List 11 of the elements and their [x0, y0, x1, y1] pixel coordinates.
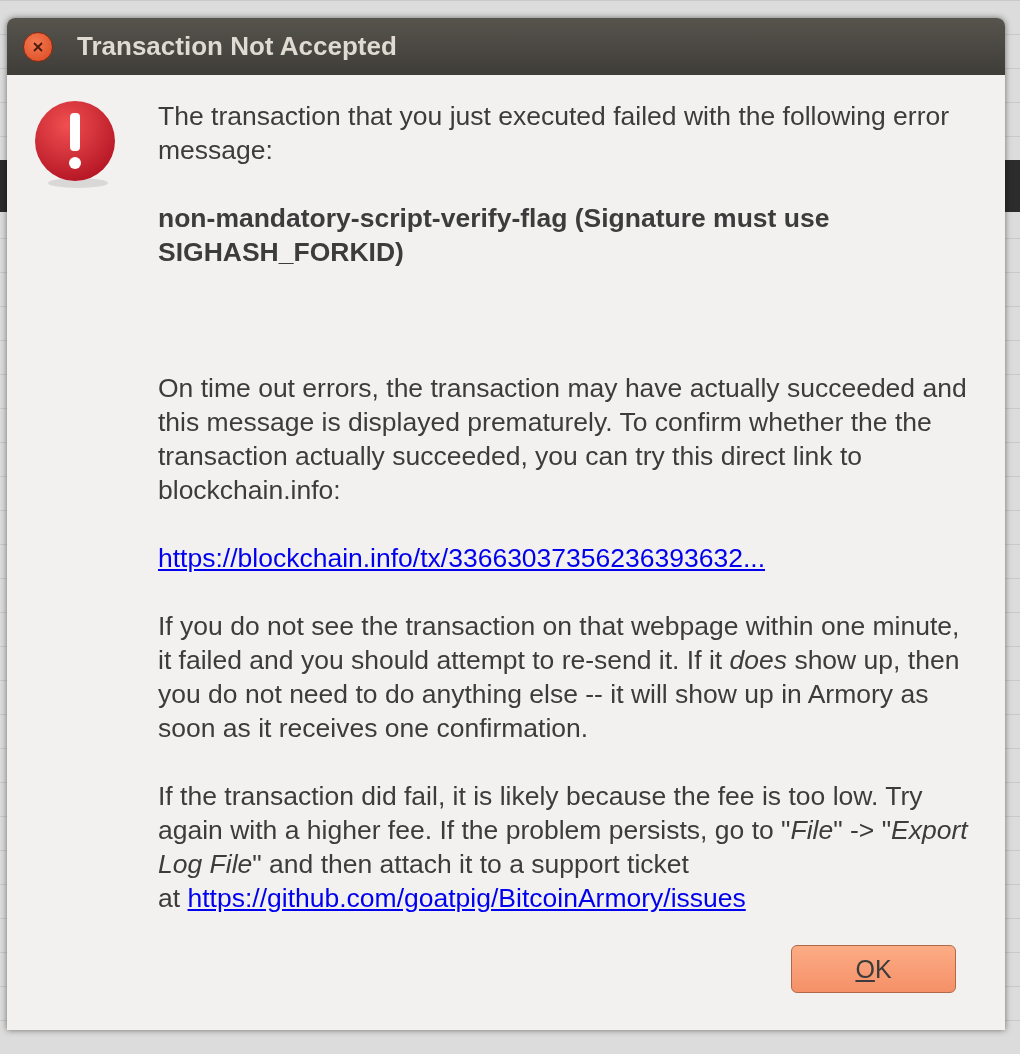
transaction-link[interactable]: https://blockchain.info/tx/33663037356236393632... — [158, 543, 766, 573]
error-detail: non-mandatory-script-verify-flag (Signature must use SIGHASH_FORKID) — [158, 202, 831, 269]
window-title: Transaction Not Accepted — [77, 31, 397, 62]
close-icon — [31, 39, 45, 54]
info-paragraph: On time out errors, the transaction may have actually succeeded and this message is displayed prematurely. To confirm whether the the transaction actually succeeded, you can try this direct link to blockchain.info: — [158, 372, 968, 507]
info-paragraph: If the transaction did fail, it is likely because the fee is too low. Try again with a higher fee. If the problem persists, go to "File" -> "Export Log File" and then attach it to a support ticket at https://github.com/goatpig/BitcoinArmory/issues — [158, 780, 970, 915]
issues-link[interactable]: https://github.com/goatpig/BitcoinArmory/issues — [187, 883, 746, 913]
error-message: The transaction that you just executed failed with the following error message: — [158, 100, 950, 167]
close-button[interactable] — [23, 31, 53, 62]
ok-button[interactable]: OK — [791, 945, 956, 993]
info-paragraph: If you do not see the transaction on that webpage within one minute, it failed and you should attempt to re-send it. If it does show up, then you do not need to do anything else -- it will show up in Armory as soon as it receives one confirmation. — [158, 610, 961, 745]
